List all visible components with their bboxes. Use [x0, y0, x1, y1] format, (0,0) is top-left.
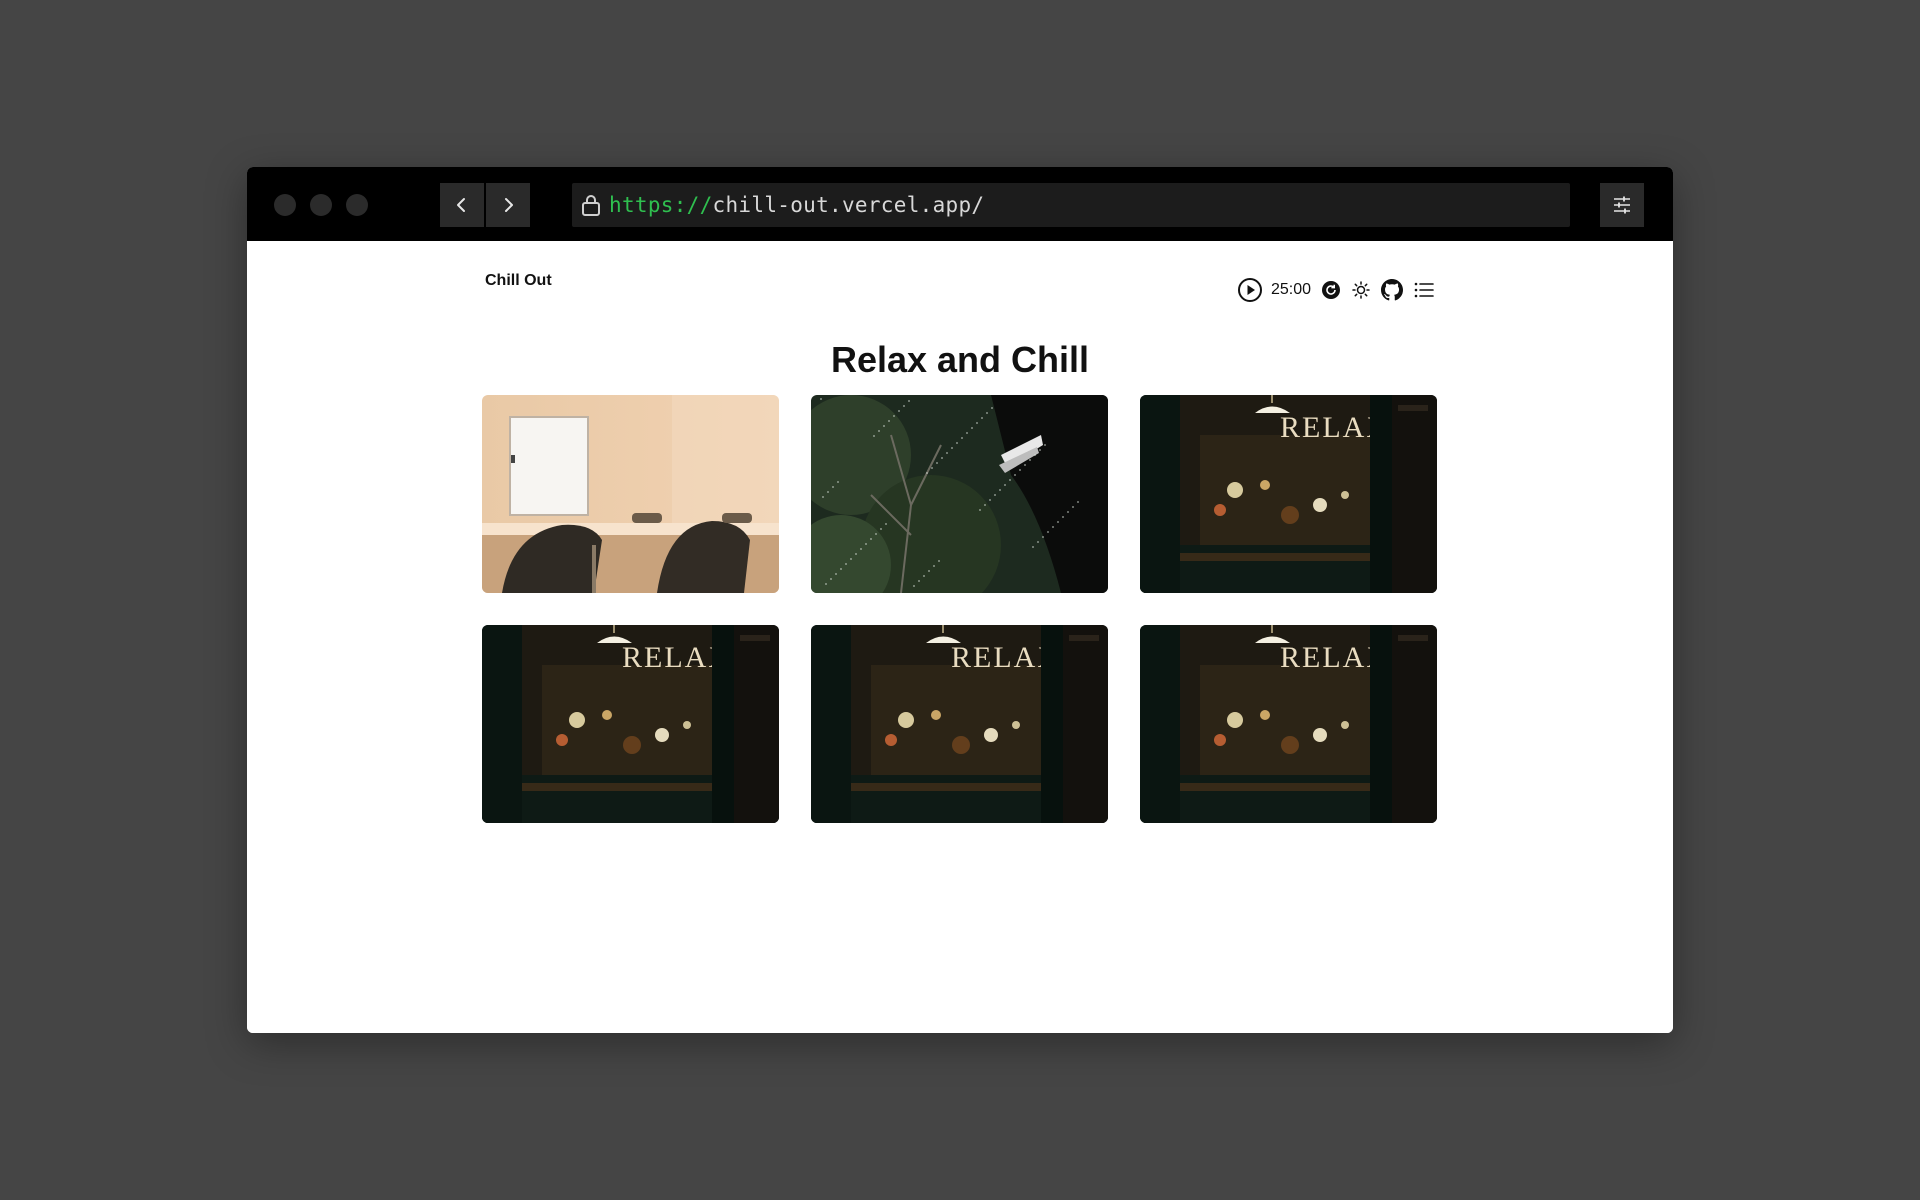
scene-card[interactable]: RELAX	[1140, 625, 1437, 823]
brand-logo[interactable]: Chill Out	[485, 272, 552, 290]
scene-card[interactable]: RELAX	[811, 625, 1108, 823]
page-title: Relax and Chill	[830, 339, 1090, 380]
forward-button[interactable]	[486, 183, 530, 227]
url-scheme: https://	[609, 193, 713, 217]
back-button[interactable]	[440, 183, 484, 227]
scene-thumbnail: RELAX	[811, 625, 1108, 823]
scene-card[interactable]: RELAX	[1140, 395, 1437, 593]
pomodoro-timer: 25:00	[1271, 281, 1312, 298]
browser-chrome: https://chill-out.vercel.app/	[247, 167, 1673, 241]
play-icon[interactable]	[1237, 277, 1263, 303]
window-maximize-dot[interactable]	[346, 194, 368, 216]
settings-button[interactable]	[1600, 183, 1644, 227]
scene-thumbnail	[811, 395, 1108, 593]
scene-card[interactable]: RELAX	[482, 625, 779, 823]
scene-thumbnail: RELAX	[1140, 395, 1437, 593]
header-toolbar: 25:00	[1237, 277, 1435, 303]
browser-window: https://chill-out.vercel.app/ Chill Out	[247, 167, 1673, 1033]
page-content: Chill Out 25:00 Relax and Chill RELAX RE…	[247, 241, 1673, 1033]
sun-icon[interactable]	[1351, 280, 1371, 300]
scene-thumbnail: RELAX	[482, 625, 779, 823]
sliders-icon	[1614, 196, 1630, 214]
scene-grid: RELAX RELAX RELAX RELAX	[482, 395, 1437, 823]
scene-thumbnail	[482, 395, 779, 593]
reset-icon[interactable]	[1321, 280, 1341, 300]
chevron-left-icon	[457, 198, 465, 212]
chevron-right-icon	[505, 198, 513, 212]
window-close-dot[interactable]	[274, 194, 296, 216]
url-host: chill-out.vercel.app/	[712, 193, 985, 217]
list-icon[interactable]	[1413, 279, 1435, 301]
lock-icon	[581, 194, 601, 216]
url-text: https://chill-out.vercel.app/	[609, 193, 984, 217]
github-icon[interactable]	[1381, 279, 1404, 301]
scene-card[interactable]	[482, 395, 779, 593]
window-minimize-dot[interactable]	[310, 194, 332, 216]
scene-thumbnail: RELAX	[1140, 625, 1437, 823]
address-bar[interactable]: https://chill-out.vercel.app/	[572, 183, 1570, 227]
scene-card[interactable]	[811, 395, 1108, 593]
